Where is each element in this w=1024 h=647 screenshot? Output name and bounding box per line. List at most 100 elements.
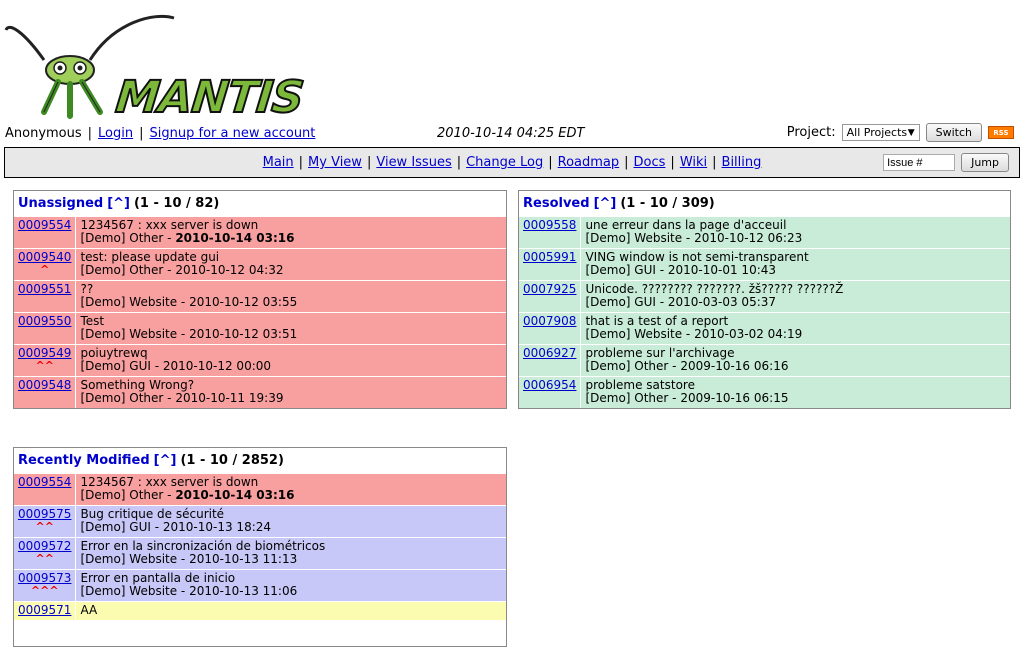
issue-date: 2010-10-13 11:06 xyxy=(189,584,298,598)
issue-id-cell: 0009548 xyxy=(14,376,77,408)
issue-id-link[interactable]: 0009554 xyxy=(18,218,71,232)
issue-date: 2010-10-01 10:43 xyxy=(667,263,777,277)
issue-id-link[interactable]: 0005991 xyxy=(523,250,576,264)
issue-date: 2010-10-14 03:16 xyxy=(175,231,295,245)
unassigned-range: (1 - 10 / 82) xyxy=(133,196,220,211)
issue-id-link[interactable]: 0009571 xyxy=(18,603,71,617)
issue-info-cell: VING window is not semi-transparent [Demo… xyxy=(580,248,1010,281)
recent-panel: Recently Modified [^] (1 - 10 / 2852) 00… xyxy=(13,447,507,647)
issue-meta: [Demo] GUI - 2010-10-13 18:24 xyxy=(80,521,502,534)
issue-id-cell: 0009540 ^ xyxy=(14,248,77,281)
resolved-collapse-link[interactable]: [^] xyxy=(594,196,617,211)
issue-info-cell: Error en la sincronización de biométrico… xyxy=(75,537,506,570)
issue-info-cell: AA xyxy=(75,601,506,620)
project-select[interactable]: All Projects ▼ xyxy=(841,124,920,141)
issue-date: 2009-10-16 06:15 xyxy=(680,391,789,405)
menu-item-view-issues[interactable]: View Issues xyxy=(376,155,451,170)
issue-id-link[interactable]: 0009549 xyxy=(18,346,71,360)
recent-table: 0009554 1234567 : xxx server is down [Demo… xyxy=(14,473,506,620)
recent-collapse-link[interactable]: [^] xyxy=(154,453,177,468)
menu-item-main[interactable]: Main xyxy=(263,155,294,170)
issue-date: 2010-10-13 11:13 xyxy=(189,552,298,566)
issue-date: 2009-10-16 06:16 xyxy=(680,359,789,373)
current-datetime: 2010-10-14 04:25 EDT xyxy=(437,126,585,141)
issue-id-cell: 0009572 ^^ xyxy=(14,537,77,570)
rss-icon[interactable]: RSS xyxy=(988,126,1014,139)
signup-link[interactable]: Signup for a new account xyxy=(150,126,316,141)
login-link[interactable]: Login xyxy=(98,126,133,141)
menu-item-my-view[interactable]: My View xyxy=(308,155,362,170)
issue-meta: [Demo] Other - 2010-10-14 03:16 xyxy=(80,489,502,502)
issue-meta: [Demo] GUI - 2010-10-01 10:43 xyxy=(585,264,1006,277)
main-menu: Main | My View | View Issues | Change Log | Road… xyxy=(4,147,1020,178)
priority-icon: ^ xyxy=(40,263,50,276)
issue-id-link[interactable]: 0009548 xyxy=(18,378,71,392)
issue-date: 2010-10-14 03:16 xyxy=(175,488,295,502)
menu-item-docs[interactable]: Docs xyxy=(634,155,666,170)
issue-row: 0009540 ^ test: please update gui [Demo] Ot… xyxy=(14,248,506,281)
priority-icon: ^^^ xyxy=(30,584,59,597)
issue-project-category: [Demo] GUI - xyxy=(80,520,163,534)
issue-id-link[interactable]: 0009558 xyxy=(523,218,576,232)
issue-meta: [Demo] Other - 2010-10-11 19:39 xyxy=(80,392,502,405)
issue-number-input[interactable] xyxy=(883,154,956,171)
issue-project-category: [Demo] Website - xyxy=(80,295,190,309)
issue-project-category: [Demo] GUI - xyxy=(80,359,163,373)
issue-id-link[interactable]: 0006927 xyxy=(523,346,576,360)
issue-id-cell: 0009554 xyxy=(14,473,77,506)
issue-info-cell: poiuytrewq [Demo] GUI - 2010-10-12 00:00 xyxy=(75,344,506,377)
issue-project-category: [Demo] Website - xyxy=(80,584,190,598)
menu-item-change-log[interactable]: Change Log xyxy=(466,155,543,170)
issue-row: 0009571 AA xyxy=(14,601,506,620)
menu-item-billing[interactable]: Billing xyxy=(722,155,762,170)
recent-title-link[interactable]: Recently Modified xyxy=(18,453,150,468)
issue-id-cell: 0007908 xyxy=(519,312,582,345)
resolved-title-link[interactable]: Resolved xyxy=(523,196,590,211)
issue-date: 2010-10-12 03:51 xyxy=(189,327,298,341)
issue-id-link[interactable]: 0009572 xyxy=(18,539,71,553)
issue-id-link[interactable]: 0009550 xyxy=(18,314,71,328)
resolved-range: (1 - 10 / 309) xyxy=(620,196,715,211)
switch-button[interactable]: Switch xyxy=(925,123,982,142)
issue-id-cell: 0009550 xyxy=(14,312,77,345)
menu-item-wiki[interactable]: Wiki xyxy=(680,155,707,170)
menu-links: Main | My View | View Issues | Change Log | Road… xyxy=(262,155,762,170)
issue-info-cell: probleme satstore [Demo] Other - 2009-10-… xyxy=(580,376,1010,408)
unassigned-collapse-link[interactable]: [^] xyxy=(107,196,130,211)
menu-item-roadmap[interactable]: Roadmap xyxy=(558,155,620,170)
issue-info-cell: Error en pantalla de inicio [Demo] Websit… xyxy=(75,569,506,602)
issue-id-link[interactable]: 0007908 xyxy=(523,314,576,328)
issue-row: 0009575 ^^ Bug critique de sécurité [Demo] … xyxy=(14,505,506,538)
issue-meta: [Demo] Website - 2010-10-12 03:51 xyxy=(80,328,502,341)
issue-id-link[interactable]: 0009540 xyxy=(18,250,71,264)
issue-info-cell: 1234567 : xxx server is down [Demo] Other… xyxy=(75,216,506,249)
recent-range: (1 - 10 / 2852) xyxy=(180,453,284,468)
unassigned-title-link[interactable]: Unassigned xyxy=(18,196,103,211)
issue-id-link[interactable]: 0009551 xyxy=(18,282,71,296)
issue-row: 0007925 Unicode. ???????? ???????. žš????… xyxy=(519,280,1010,313)
issue-id-link[interactable]: 0007925 xyxy=(523,282,576,296)
issue-id-link[interactable]: 0009575 xyxy=(18,507,71,521)
issue-date: 2010-10-12 03:55 xyxy=(189,295,298,309)
jump-button[interactable]: Jump xyxy=(961,153,1009,172)
issue-info-cell: une erreur dans la page d'acceuil [Demo] … xyxy=(580,216,1010,249)
issue-meta: [Demo] Other - 2010-10-12 04:32 xyxy=(80,264,502,277)
issue-id-link[interactable]: 0006954 xyxy=(523,378,576,392)
issue-id-link[interactable]: 0009554 xyxy=(18,475,71,489)
issue-row: 0006954 probleme satstore [Demo] Other - 2… xyxy=(519,376,1010,408)
issue-id-link[interactable]: 0009573 xyxy=(18,571,71,585)
issue-project-category: [Demo] GUI - xyxy=(585,263,668,277)
user-bar: Anonymous | Login | Signup for a new account xyxy=(5,126,316,141)
issue-row: 0009554 1234567 : xxx server is down [Demo… xyxy=(14,473,506,506)
issue-meta: [Demo] GUI - 2010-10-12 00:00 xyxy=(80,360,502,373)
issue-info-cell: test: please update gui [Demo] Other - 20… xyxy=(75,248,506,281)
issue-row: 0006927 probleme sur l'archivage [Demo] Ot… xyxy=(519,344,1010,377)
issue-project-category: [Demo] GUI - xyxy=(585,295,668,309)
issue-info-cell: Unicode. ???????? ???????. žš????? ?????… xyxy=(580,280,1010,313)
issue-project-category: [Demo] Other - xyxy=(80,231,176,245)
resolved-table: 0009558 une erreur dans la page d'acceuil… xyxy=(519,216,1010,408)
issue-meta: [Demo] Other - 2010-10-14 03:16 xyxy=(80,232,502,245)
issue-row: 0009551 ?? [Demo] Website - 2010-10-12 03:… xyxy=(14,280,506,313)
issue-id-cell: 0009571 xyxy=(14,601,77,620)
issue-meta: [Demo] Website - 2010-10-12 06:23 xyxy=(585,232,1006,245)
